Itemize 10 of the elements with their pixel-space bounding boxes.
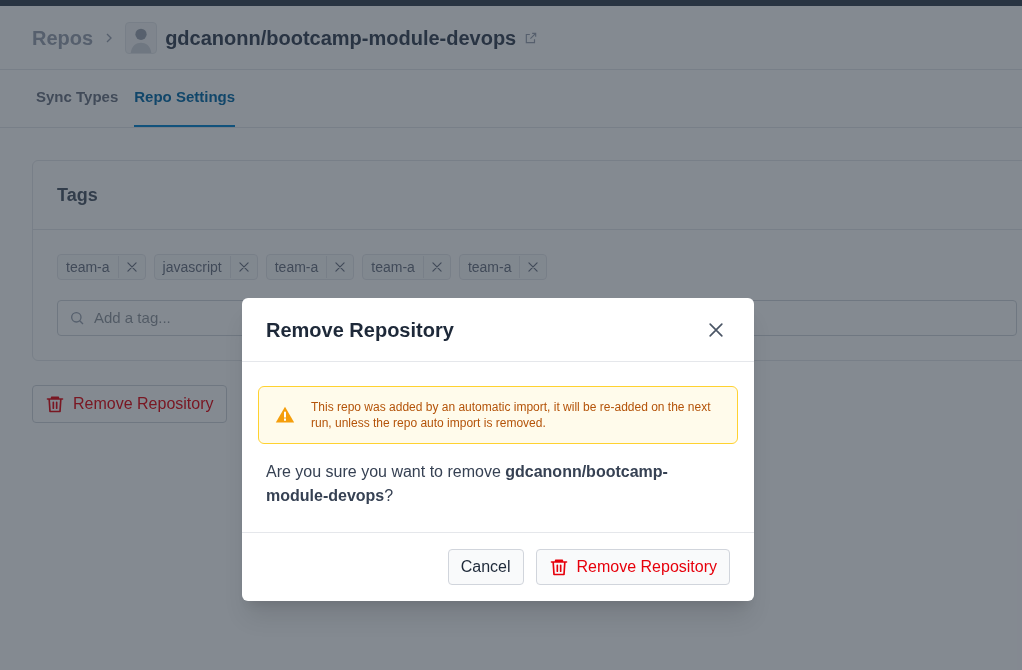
confirm-message: Are you sure you want to remove gdcanonn/bootcamp-module-devops? [265,462,669,506]
card-title: Tags [57,184,98,205]
tag-label: javascript [161,257,223,277]
warning-text: This repo was added by an automatic import, it will be re-added on the next run, unless the repo auto import is removed. [311,399,712,431]
tag-label: team-a [466,257,513,277]
dialog-title: Remove Repository [266,317,454,343]
repo-title: gdcanonn/bootcamp-module-devops [165,25,517,51]
tag-label: team-a [65,257,111,277]
tag-label: team-a [370,257,416,277]
tag-label: team-a [273,257,320,277]
